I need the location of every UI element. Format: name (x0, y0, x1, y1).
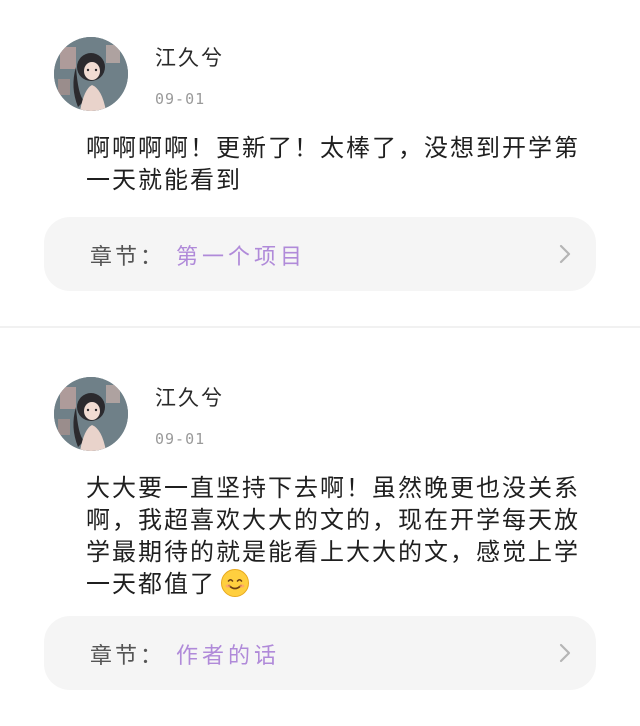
comment-text-content: 大大要一直坚持下去啊！虽然晚更也没关系啊，我超喜欢大大的文的，现在开学每天放学最… (86, 474, 580, 598)
comment-date: 09-01 (155, 430, 206, 448)
chevron-right-icon (559, 244, 571, 264)
comment-text: 啊啊啊啊！更新了！太棒了，没想到开学第一天就能看到 (86, 134, 580, 194)
chapter-label: 章节： (90, 644, 166, 669)
chapter-link[interactable]: 章节： 作者的话 (44, 616, 596, 690)
smiling-face-emoji (221, 569, 249, 597)
comment-text: 大大要一直坚持下去啊！虽然晚更也没关系啊，我超喜欢大大的文的，现在开学每天放学最… (86, 472, 596, 600)
comment-date: 09-01 (155, 90, 206, 108)
comment-item: 江久兮 09-01 大大要一直坚持下去啊！虽然晚更也没关系啊，我超喜欢大大的文的… (0, 340, 640, 726)
username[interactable]: 江久兮 (155, 42, 224, 72)
avatar[interactable] (54, 377, 128, 451)
divider (0, 326, 640, 328)
username[interactable]: 江久兮 (155, 382, 224, 412)
chapter-link[interactable]: 章节： 第一个项目 (44, 217, 596, 291)
chapter-title: 作者的话 (176, 644, 281, 669)
avatar[interactable] (54, 37, 128, 111)
comment-item: 江久兮 09-01 啊啊啊啊！更新了！太棒了，没想到开学第一天就能看到 章节： … (0, 0, 640, 328)
chapter-label: 章节： (90, 245, 166, 270)
chapter-title: 第一个项目 (176, 245, 307, 270)
chevron-right-icon (559, 643, 571, 663)
